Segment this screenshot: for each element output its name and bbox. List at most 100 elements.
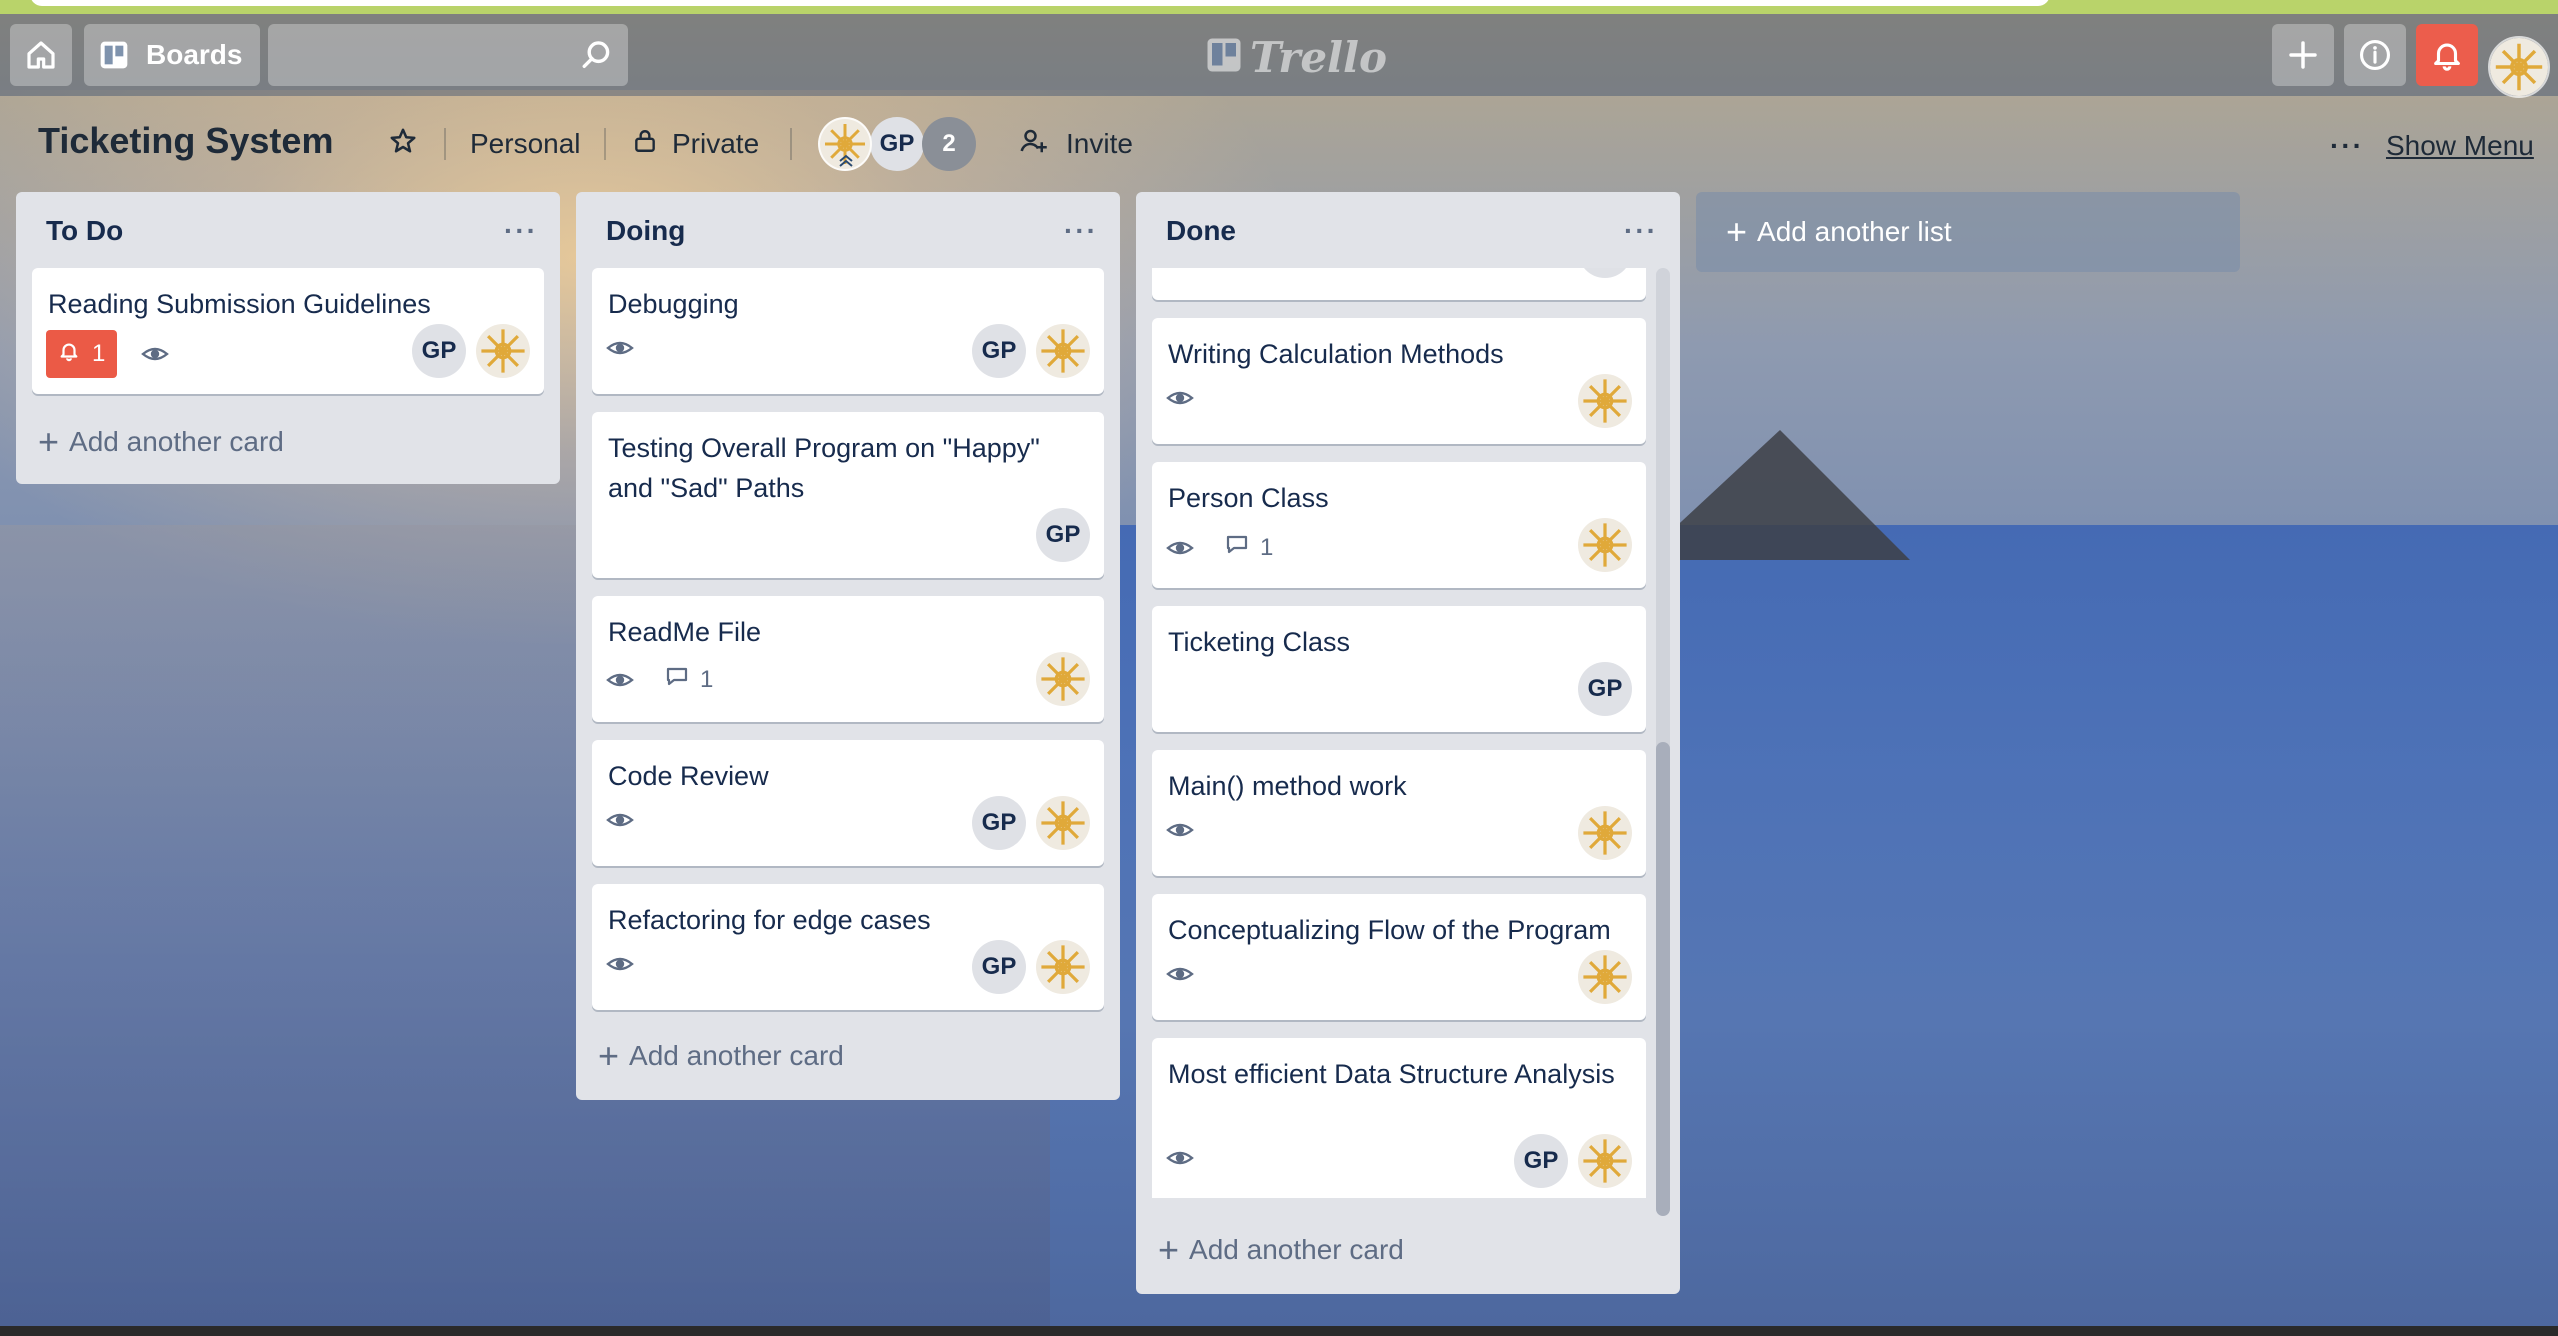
list-menu-icon[interactable]: ···	[1624, 215, 1658, 247]
card[interactable]: Refactoring for edge cases GP	[592, 884, 1104, 1010]
member-avatar[interactable]	[1578, 1134, 1632, 1188]
invite-button[interactable]: Invite	[1018, 122, 1133, 166]
eye-icon	[606, 954, 634, 974]
boards-button[interactable]: Boards	[84, 24, 260, 86]
star-button[interactable]	[388, 122, 418, 166]
star-icon	[388, 126, 418, 163]
list-header: To Do ···	[16, 192, 560, 270]
create-button[interactable]	[2272, 24, 2334, 86]
eye-icon	[1166, 388, 1194, 408]
card[interactable]: Testing Overall Program on "Happy" and "…	[592, 412, 1104, 578]
card[interactable]: Debugging GP	[592, 268, 1104, 394]
trello-logo[interactable]: Trello	[1206, 32, 1387, 82]
member-avatar[interactable]	[1036, 324, 1090, 378]
member-avatar-gp[interactable]: GP	[412, 324, 466, 378]
list-header: Done ···	[1136, 192, 1680, 270]
more-members-count[interactable]: 2	[922, 117, 976, 171]
member-avatar[interactable]	[1578, 374, 1632, 428]
card-members: GP	[1026, 508, 1090, 562]
member-avatar[interactable]	[1036, 652, 1090, 706]
card-members	[1568, 806, 1632, 860]
card-members: GP	[962, 940, 1090, 994]
member-avatar-gp[interactable]: GP	[972, 796, 1026, 850]
card-members	[1568, 518, 1632, 572]
card[interactable]: Person Class 1	[1152, 462, 1646, 588]
member-avatar-gp[interactable]: GP	[972, 324, 1026, 378]
plus-icon: +	[1158, 1229, 1180, 1270]
member-avatar-gp[interactable]: GP	[1578, 662, 1632, 716]
member-avatar[interactable]	[476, 324, 530, 378]
card[interactable]: Main() method work	[1152, 750, 1646, 876]
card-badges	[1166, 388, 1224, 408]
add-card-button[interactable]: + Add another card	[598, 1038, 844, 1074]
board-title[interactable]: Ticketing System	[38, 120, 333, 162]
member-avatar[interactable]	[1578, 806, 1632, 860]
list-done: Done ··· Writing Calculation Methods Per…	[1136, 192, 1680, 1294]
card[interactable]: Code Review GP	[592, 740, 1104, 866]
member-avatar[interactable]	[1036, 796, 1090, 850]
card-partial[interactable]	[1152, 268, 1646, 300]
card[interactable]: Reading Submission Guidelines 1 GP	[32, 268, 544, 394]
card-title: Writing Calculation Methods	[1168, 339, 1504, 369]
eye-icon	[606, 338, 634, 358]
list-doing: Doing ··· Debugging GP Testing Overall P…	[576, 192, 1120, 1100]
notifications-button[interactable]	[2416, 24, 2478, 86]
list-title[interactable]: To Do	[46, 215, 123, 247]
card[interactable]: Ticketing Class GP	[1152, 606, 1646, 732]
member-avatar[interactable]	[818, 117, 872, 171]
search-input[interactable]	[268, 24, 628, 86]
card-badges	[606, 954, 664, 974]
window-bottom-edge	[0, 1326, 2558, 1336]
card[interactable]: Conceptualizing Flow of the Program	[1152, 894, 1646, 1020]
background-rock	[1640, 430, 1910, 560]
info-button[interactable]	[2344, 24, 2406, 86]
add-card-label: Add another card	[1189, 1234, 1404, 1265]
show-menu-button[interactable]: ··· Show Menu	[2330, 124, 2534, 168]
top-header: Boards Trello	[0, 14, 2558, 98]
search-icon	[580, 38, 614, 72]
browser-url-bar[interactable]	[30, 0, 2050, 6]
card-badges: 1	[46, 330, 199, 378]
card-title: Most efficient Data Structure Analysis	[1168, 1059, 1615, 1089]
member-avatar[interactable]	[1036, 940, 1090, 994]
comment-badge: 1	[1224, 532, 1273, 563]
card[interactable]: Writing Calculation Methods	[1152, 318, 1646, 444]
card[interactable]: ReadMe File 1	[592, 596, 1104, 722]
member-avatar-gp[interactable]: GP	[1036, 508, 1090, 562]
member-avatar-gp[interactable]	[1578, 268, 1632, 278]
add-card-button[interactable]: + Add another card	[38, 424, 284, 460]
card-title: Code Review	[608, 761, 769, 791]
add-list-button[interactable]: + Add another list	[1696, 192, 2240, 272]
team-button[interactable]: Personal	[470, 122, 581, 166]
due-badge[interactable]: 1	[46, 330, 118, 378]
scrollbar-thumb[interactable]	[1656, 742, 1670, 1216]
card-title: Ticketing Class	[1168, 627, 1351, 657]
list-menu-icon[interactable]: ···	[504, 215, 538, 247]
divider	[444, 128, 446, 160]
add-card-label: Add another card	[629, 1040, 844, 1071]
visibility-label: Private	[672, 128, 760, 159]
list-menu-icon[interactable]: ···	[1064, 215, 1098, 247]
eye-icon	[1166, 964, 1194, 984]
card-badges	[1166, 964, 1224, 984]
list-title[interactable]: Doing	[606, 215, 685, 247]
list-title[interactable]: Done	[1166, 215, 1236, 247]
card[interactable]: Most efficient Data Structure Analysis G…	[1152, 1038, 1646, 1198]
add-card-button[interactable]: + Add another card	[1158, 1232, 1404, 1268]
member-avatar-gp[interactable]: GP	[870, 117, 924, 171]
member-avatar[interactable]	[1578, 950, 1632, 1004]
due-badge-count: 1	[92, 340, 106, 367]
user-avatar[interactable]	[2488, 36, 2550, 98]
member-avatar[interactable]	[1578, 518, 1632, 572]
list-cards-scroll[interactable]: Writing Calculation Methods Person Class…	[1136, 268, 1680, 1198]
browser-chrome	[0, 0, 2558, 14]
add-card-label: Add another card	[69, 426, 284, 457]
comment-count: 1	[700, 665, 714, 693]
card-members: GP	[1568, 662, 1632, 716]
visibility-button[interactable]: Private	[632, 122, 759, 166]
home-button[interactable]	[10, 24, 72, 86]
member-avatar-gp[interactable]: GP	[1514, 1134, 1568, 1188]
member-avatar-gp[interactable]: GP	[972, 940, 1026, 994]
eye-icon	[606, 810, 634, 830]
list-scrollbar[interactable]	[1656, 268, 1670, 1216]
